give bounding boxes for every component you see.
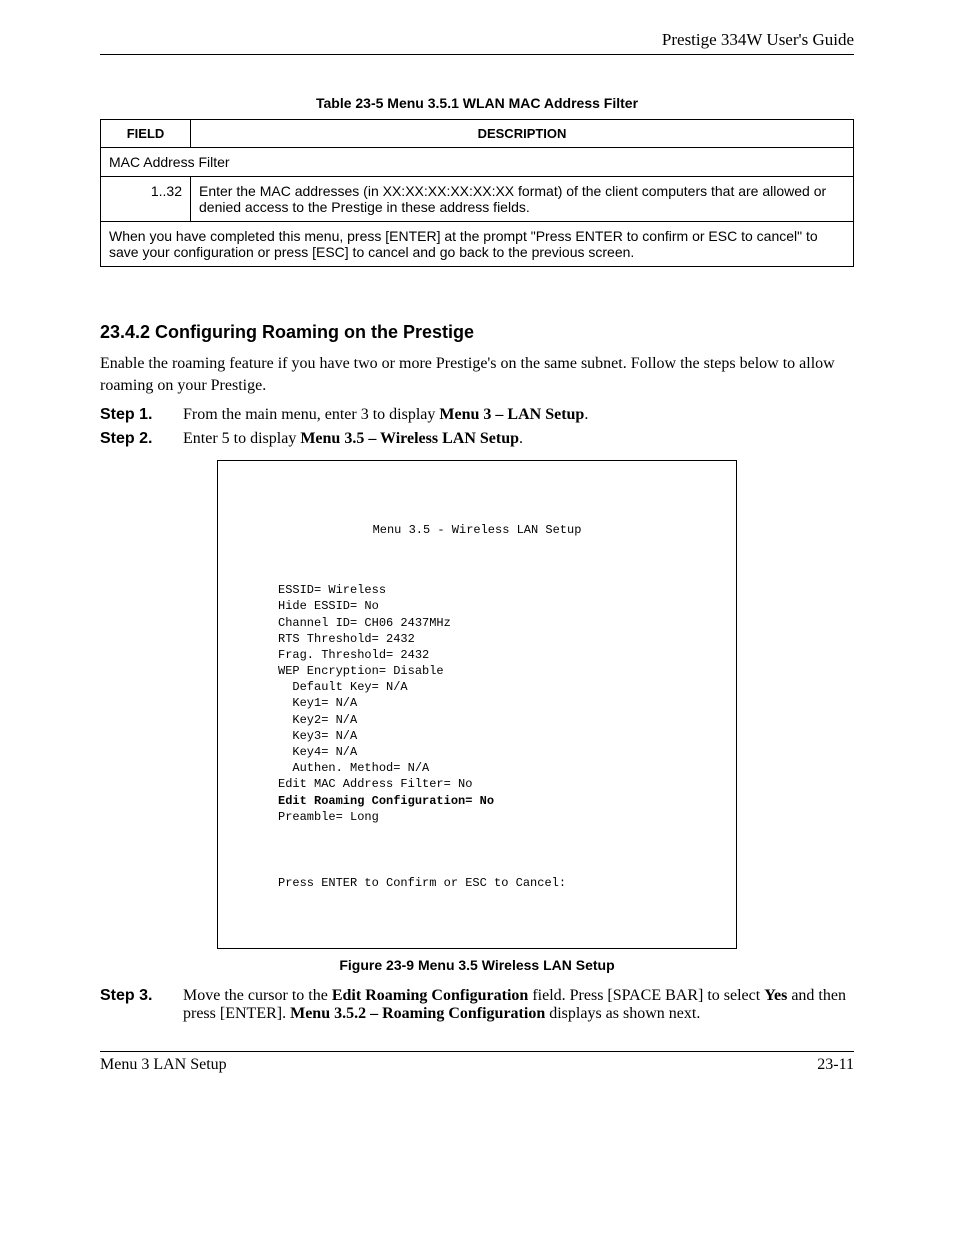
text: field. Press [: [528, 987, 612, 1004]
line: Hide ESSID= No: [278, 599, 379, 613]
field-name: Edit Roaming Configuration: [332, 987, 528, 1004]
line: Edit MAC Address Filter= No: [278, 777, 472, 791]
line: Key1= N/A: [278, 696, 357, 710]
step-3-body: Move the cursor to the Edit Roaming Conf…: [183, 987, 854, 1023]
step-2-label: Step 2.: [100, 430, 165, 448]
text: ] to select: [698, 987, 764, 1004]
section-heading: 23.4.2 Configuring Roaming on the Presti…: [100, 322, 854, 343]
text: displays as shown next.: [545, 1005, 700, 1022]
text: .: [519, 430, 523, 447]
line: WEP Encryption= Disable: [278, 664, 444, 678]
line: Default Key= N/A: [278, 680, 408, 694]
text: .: [584, 406, 588, 423]
step-3: Step 3. Move the cursor to the Edit Roam…: [100, 987, 854, 1023]
row-range-desc: Enter the MAC addresses (in XX:XX:XX:XX:…: [191, 177, 854, 222]
line: Authen. Method= N/A: [278, 761, 429, 775]
row-range-field: 1..32: [101, 177, 191, 222]
th-description: DESCRIPTION: [191, 120, 854, 148]
table-caption: Table 23-5 Menu 3.5.1 WLAN MAC Address F…: [100, 95, 854, 111]
step-1-label: Step 1.: [100, 406, 165, 424]
menu-name: Menu 3.5 – Wireless LAN Setup: [300, 430, 519, 447]
line: Key3= N/A: [278, 729, 357, 743]
page-footer: Menu 3 LAN Setup 23-11: [100, 1051, 854, 1074]
line: Channel ID= CH06 2437MHz: [278, 616, 451, 630]
terminal-title: Menu 3.5 - Wireless LAN Setup: [278, 522, 676, 538]
terminal-screenshot: Menu 3.5 - Wireless LAN Setup ESSID= Wir…: [217, 460, 737, 949]
step-2: Step 2. Enter 5 to display Menu 3.5 – Wi…: [100, 430, 854, 448]
page: Prestige 334W User's Guide Table 23-5 Me…: [0, 0, 954, 1235]
mac-filter-table: FIELD DESCRIPTION MAC Address Filter 1..…: [100, 119, 854, 267]
step-2-body: Enter 5 to display Menu 3.5 – Wireless L…: [183, 430, 854, 448]
row-mac-address-filter: MAC Address Filter: [101, 148, 854, 177]
line: RTS Threshold= 2432: [278, 632, 415, 646]
step-3-label: Step 3.: [100, 987, 165, 1023]
menu-name: Menu 3 – LAN Setup: [439, 406, 584, 423]
row-footer-note: When you have completed this menu, press…: [101, 222, 854, 267]
text: From the main menu, enter 3 to display: [183, 406, 439, 423]
line: Key2= N/A: [278, 713, 357, 727]
text: Move the cursor to the: [183, 987, 332, 1004]
footer-right: 23-11: [817, 1056, 854, 1074]
menu-name: Menu 3.5.2 – Roaming Configuration: [290, 1005, 545, 1022]
page-header: Prestige 334W User's Guide: [100, 30, 854, 55]
line-roaming-bold: Edit Roaming Configuration= No: [278, 794, 494, 808]
text: ].: [277, 1005, 290, 1022]
section-intro: Enable the roaming feature if you have t…: [100, 353, 854, 396]
line: Key4= N/A: [278, 745, 357, 759]
line: Frag. Threshold= 2432: [278, 648, 429, 662]
value-yes: Yes: [764, 987, 787, 1004]
line: Preamble= Long: [278, 810, 379, 824]
line: ESSID= Wireless: [278, 583, 386, 597]
figure-caption: Figure 23-9 Menu 3.5 Wireless LAN Setup: [100, 957, 854, 973]
key-name: SPACE BAR: [613, 987, 698, 1004]
terminal-body: ESSID= Wireless Hide ESSID= No Channel I…: [278, 582, 676, 825]
step-1-body: From the main menu, enter 3 to display M…: [183, 406, 854, 424]
text: Enter 5 to display: [183, 430, 300, 447]
th-field: FIELD: [101, 120, 191, 148]
key-name: ENTER: [225, 1005, 277, 1022]
footer-left: Menu 3 LAN Setup: [100, 1056, 227, 1074]
guide-title: Prestige 334W User's Guide: [662, 30, 854, 49]
step-1: Step 1. From the main menu, enter 3 to d…: [100, 406, 854, 424]
terminal-footer: Press ENTER to Confirm or ESC to Cancel:: [278, 875, 676, 891]
